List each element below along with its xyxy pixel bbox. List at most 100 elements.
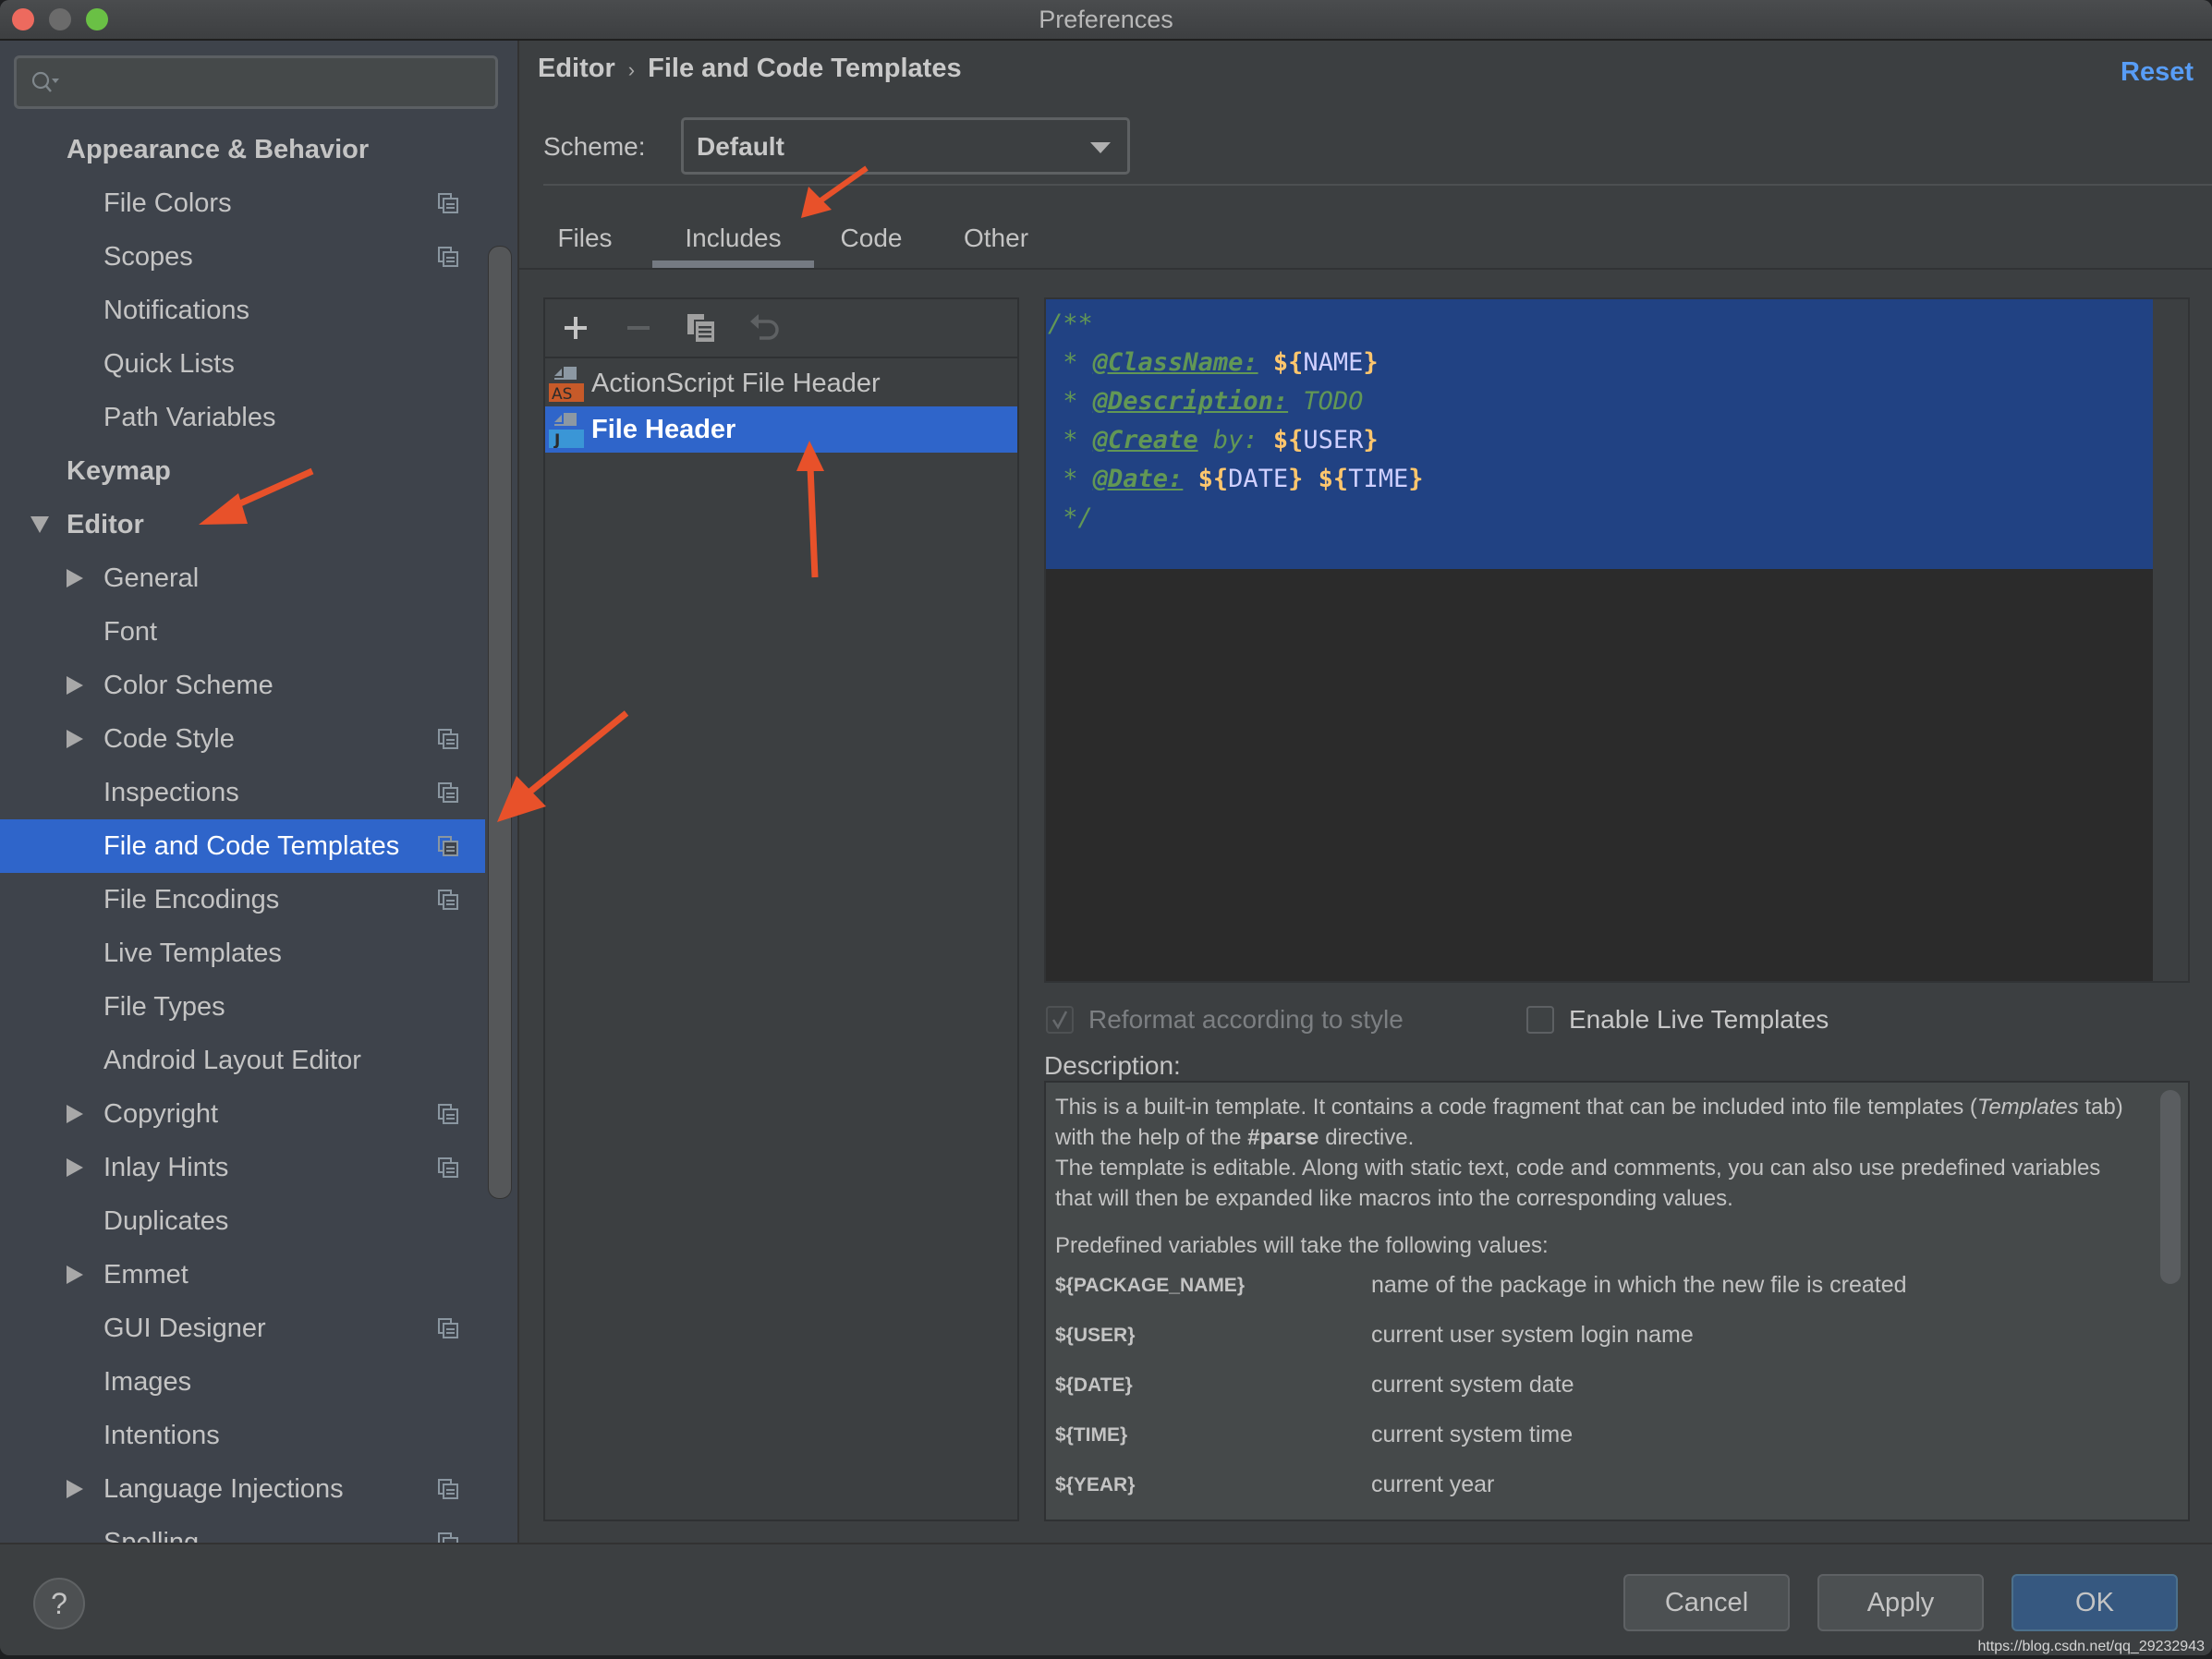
- project-level-icon: [438, 782, 458, 803]
- sidebar-item-file-colors[interactable]: File Colors: [0, 176, 485, 230]
- add-template-button[interactable]: [560, 312, 591, 344]
- sidebar-item-gui-designer[interactable]: GUI Designer: [0, 1302, 485, 1355]
- reset-link[interactable]: Reset: [2121, 57, 2194, 88]
- sidebar-item-label: Language Injections: [103, 1473, 344, 1504]
- collapsed-arrow-icon[interactable]: [67, 1158, 83, 1177]
- content-panel: Editor › File and Code Templates Reset Sch…: [519, 41, 2212, 1543]
- collapsed-arrow-icon[interactable]: [67, 1105, 83, 1123]
- sidebar-item-label: Quick Lists: [103, 348, 235, 379]
- sidebar-item-label: Keymap: [67, 455, 171, 486]
- tab-other[interactable]: Other: [950, 216, 1042, 268]
- sidebar-item-general[interactable]: General: [0, 551, 485, 605]
- description-label: Description:: [1044, 1051, 1181, 1080]
- editor-scroll-gutter: [2153, 299, 2188, 981]
- code-token: TIME: [1348, 465, 1409, 493]
- sidebar-item-label: File and Code Templates: [103, 830, 400, 861]
- desc-italic: Templates: [1976, 1095, 2079, 1120]
- sidebar-item-emmet[interactable]: Emmet: [0, 1248, 485, 1302]
- sidebar-item-label: Emmet: [103, 1259, 188, 1290]
- tab-includes[interactable]: Includes: [652, 216, 814, 268]
- project-level-icon: [438, 247, 458, 267]
- template-code[interactable]: /** * @ClassName: ${NAME} * @Description…: [1048, 305, 1423, 538]
- sidebar-item-label: Live Templates: [103, 938, 282, 968]
- ok-button[interactable]: OK: [2011, 1574, 2178, 1631]
- live-templates-checkbox[interactable]: [1526, 1006, 1554, 1034]
- template-list-item[interactable]: AS ActionScript File Header: [545, 360, 1017, 406]
- code-token: }: [1363, 426, 1379, 454]
- title-bar: Preferences: [0, 0, 2212, 41]
- sidebar-item-file-and-code-templates[interactable]: File and Code Templates: [0, 819, 485, 873]
- sidebar-item-appearance-behavior[interactable]: Appearance & Behavior: [0, 124, 485, 176]
- remove-template-button[interactable]: [623, 312, 654, 344]
- sidebar-item-copyright[interactable]: Copyright: [0, 1087, 485, 1141]
- sidebar-item-file-encodings[interactable]: File Encodings: [0, 873, 485, 926]
- sidebar-item-duplicates[interactable]: Duplicates: [0, 1194, 485, 1248]
- sidebar-item-scopes[interactable]: Scopes: [0, 230, 485, 284]
- sidebar-item-android-layout-editor[interactable]: Android Layout Editor: [0, 1034, 485, 1087]
- code-token: by:: [1197, 426, 1273, 454]
- svg-text:AS: AS: [552, 385, 572, 402]
- code-token: *: [1048, 387, 1093, 416]
- reformat-checkbox[interactable]: [1046, 1006, 1074, 1034]
- template-list-item[interactable]: J File Header: [545, 406, 1017, 453]
- description-scrollbar[interactable]: [2160, 1090, 2181, 1284]
- sidebar-item-spelling[interactable]: Spelling: [0, 1516, 485, 1543]
- sidebar-item-label: Duplicates: [103, 1205, 229, 1236]
- sidebar-item-editor[interactable]: Editor: [0, 498, 485, 551]
- checkmark-icon: [1051, 1011, 1068, 1030]
- collapsed-arrow-icon[interactable]: [67, 1265, 83, 1284]
- project-level-icon: [438, 1318, 458, 1338]
- sidebar-item-notifications[interactable]: Notifications: [0, 284, 485, 337]
- sidebar-item-language-injections[interactable]: Language Injections: [0, 1462, 485, 1516]
- scheme-label: Scheme:: [543, 132, 646, 161]
- add-icon: [565, 317, 587, 339]
- sidebar-item-font[interactable]: Font: [0, 605, 485, 659]
- reformat-label: Reformat according to style: [1088, 1005, 1404, 1034]
- template-code-editor[interactable]: /** * @ClassName: ${NAME} * @Description…: [1044, 297, 2190, 983]
- reformat-option[interactable]: Reformat according to style: [1046, 1001, 1404, 1038]
- sidebar-item-color-scheme[interactable]: Color Scheme: [0, 659, 485, 712]
- sidebar-item-images[interactable]: Images: [0, 1355, 485, 1409]
- live-templates-option[interactable]: Enable Live Templates: [1526, 1001, 1829, 1038]
- breadcrumb-current: File and Code Templates: [648, 54, 962, 83]
- apply-button[interactable]: Apply: [1817, 1574, 1984, 1631]
- collapsed-arrow-icon[interactable]: [67, 1480, 83, 1498]
- settings-search-input[interactable]: [14, 55, 498, 109]
- sidebar-item-inlay-hints[interactable]: Inlay Hints: [0, 1141, 485, 1194]
- copy-template-button[interactable]: [686, 312, 717, 344]
- code-line: */: [1048, 499, 1423, 538]
- variable-description: current year: [1371, 1471, 1495, 1497]
- scheme-dropdown[interactable]: Default: [681, 117, 1130, 175]
- sidebar-item-live-templates[interactable]: Live Templates: [0, 926, 485, 980]
- sidebar-item-keymap[interactable]: Keymap: [0, 444, 485, 498]
- svg-text:J: J: [553, 431, 560, 448]
- search-icon[interactable]: [30, 69, 63, 97]
- tab-code[interactable]: Code: [830, 216, 913, 268]
- collapsed-arrow-icon[interactable]: [67, 730, 83, 748]
- chevron-down-icon: [1090, 142, 1111, 153]
- help-button[interactable]: ?: [33, 1578, 85, 1629]
- sidebar-item-label: Android Layout Editor: [103, 1045, 361, 1075]
- sidebar-item-label: General: [103, 563, 200, 593]
- sidebar-item-label: Notifications: [103, 295, 249, 325]
- sidebar-scrollbar[interactable]: [488, 246, 512, 1199]
- expanded-arrow-icon[interactable]: [30, 516, 49, 533]
- sidebar-item-file-types[interactable]: File Types: [0, 980, 485, 1034]
- reset-template-button[interactable]: [748, 312, 780, 344]
- project-level-icon: [438, 836, 458, 856]
- code-line: * @Date: ${DATE} ${TIME}: [1048, 460, 1423, 499]
- sidebar-item-quick-lists[interactable]: Quick Lists: [0, 337, 485, 391]
- sidebar-item-code-style[interactable]: Code Style: [0, 712, 485, 766]
- sidebar-item-intentions[interactable]: Intentions: [0, 1409, 485, 1462]
- undo-icon: [750, 314, 779, 340]
- sidebar-item-inspections[interactable]: Inspections: [0, 766, 485, 819]
- tab-files[interactable]: Files: [543, 216, 626, 268]
- sidebar-item-path-variables[interactable]: Path Variables: [0, 391, 485, 444]
- variable-row: ${USER} current user system login name: [1055, 1320, 2136, 1370]
- breadcrumb-editor[interactable]: Editor: [538, 54, 615, 83]
- collapsed-arrow-icon[interactable]: [67, 569, 83, 587]
- code-token: @Create: [1092, 426, 1198, 454]
- collapsed-arrow-icon[interactable]: [67, 676, 83, 695]
- cancel-button[interactable]: Cancel: [1623, 1574, 1790, 1631]
